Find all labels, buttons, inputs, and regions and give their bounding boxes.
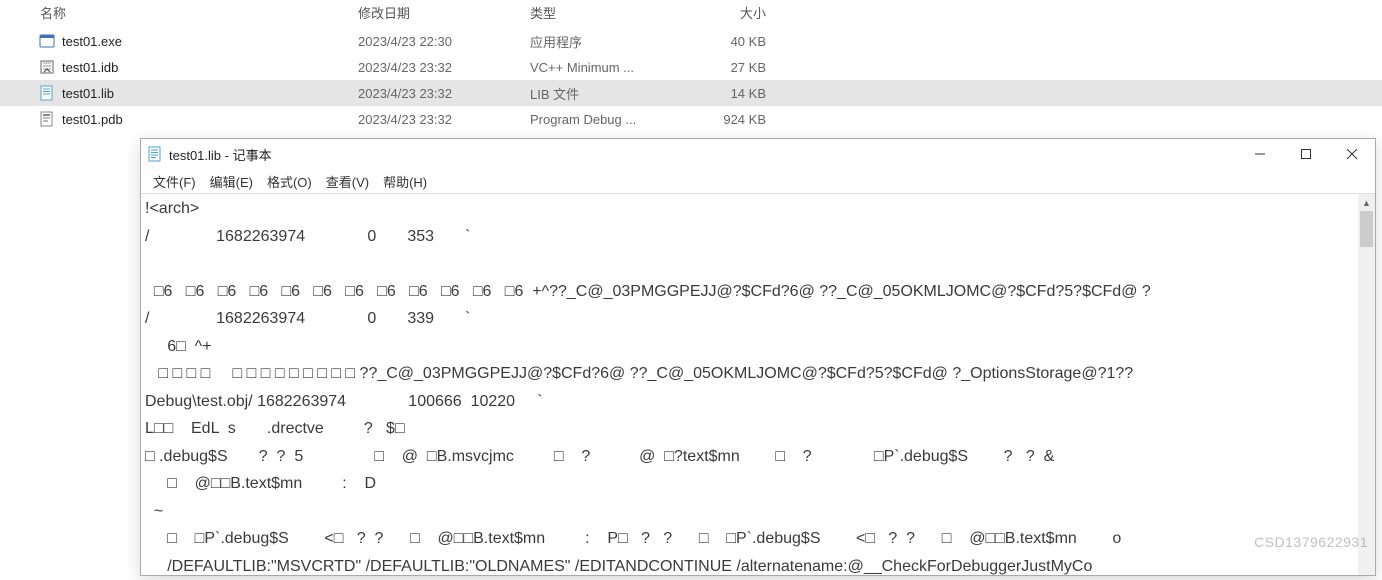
titlebar[interactable]: test01.lib - 记事本	[141, 139, 1375, 169]
menu-edit[interactable]: 编辑(E)	[204, 170, 259, 193]
menu-format[interactable]: 格式(O)	[261, 170, 318, 193]
file-name: test01.pdb	[62, 112, 123, 127]
idb-file-icon	[38, 58, 56, 76]
file-size: 924 KB	[688, 112, 778, 127]
exe-file-icon	[38, 32, 56, 50]
column-header-type[interactable]: 类型	[530, 3, 688, 22]
window-title: test01.lib - 记事本	[169, 145, 272, 164]
vertical-scrollbar[interactable]: ▲	[1358, 194, 1375, 575]
menu-view[interactable]: 查看(V)	[320, 170, 375, 193]
file-date: 2023/4/23 23:32	[358, 60, 530, 75]
file-row[interactable]: test01.pdb 2023/4/23 23:32Program Debug .…	[0, 106, 1382, 132]
column-header-date[interactable]: 修改日期	[358, 3, 530, 22]
file-type: 应用程序	[530, 32, 688, 51]
close-button[interactable]	[1329, 139, 1375, 169]
file-type: LIB 文件	[530, 84, 688, 103]
file-date: 2023/4/23 23:32	[358, 112, 530, 127]
explorer-column-headers: 名称 修改日期 类型 大小	[0, 0, 1382, 28]
file-explorer: 名称 修改日期 类型 大小 test01.exe 2023/4/23 22:30应…	[0, 0, 1382, 132]
file-date: 2023/4/23 23:32	[358, 86, 530, 101]
file-row[interactable]: test01.exe 2023/4/23 22:30应用程序40 KB	[0, 28, 1382, 54]
file-size: 27 KB	[688, 60, 778, 75]
scroll-thumb[interactable]	[1360, 211, 1373, 247]
file-name: test01.idb	[62, 60, 118, 75]
file-type: VC++ Minimum ...	[530, 60, 688, 75]
column-header-name[interactable]: 名称	[0, 3, 358, 22]
menubar: 文件(F) 编辑(E) 格式(O) 查看(V) 帮助(H)	[141, 169, 1375, 193]
column-header-size[interactable]: 大小	[688, 3, 778, 22]
file-name: test01.lib	[62, 86, 114, 101]
file-size: 40 KB	[688, 34, 778, 49]
text-editor[interactable]: !<arch> / 1682263974 0 353 ` □6 □6 □6 □6…	[141, 194, 1358, 575]
file-size: 14 KB	[688, 86, 778, 101]
menu-file[interactable]: 文件(F)	[147, 170, 202, 193]
scroll-up-arrow[interactable]: ▲	[1358, 194, 1375, 211]
lib-file-icon	[38, 84, 56, 102]
menu-help[interactable]: 帮助(H)	[377, 170, 433, 193]
file-row[interactable]: test01.idb 2023/4/23 23:32VC++ Minimum ..…	[0, 54, 1382, 80]
file-type: Program Debug ...	[530, 112, 688, 127]
maximize-button[interactable]	[1283, 139, 1329, 169]
file-name: test01.exe	[62, 34, 122, 49]
minimize-button[interactable]	[1237, 139, 1283, 169]
notepad-icon	[147, 146, 163, 162]
file-row[interactable]: test01.lib 2023/4/23 23:32LIB 文件14 KB	[0, 80, 1382, 106]
notepad-window: test01.lib - 记事本 文件(F) 编辑(E) 格式(O) 查看(V)…	[140, 138, 1376, 576]
pdb-file-icon	[38, 110, 56, 128]
file-date: 2023/4/23 22:30	[358, 34, 530, 49]
